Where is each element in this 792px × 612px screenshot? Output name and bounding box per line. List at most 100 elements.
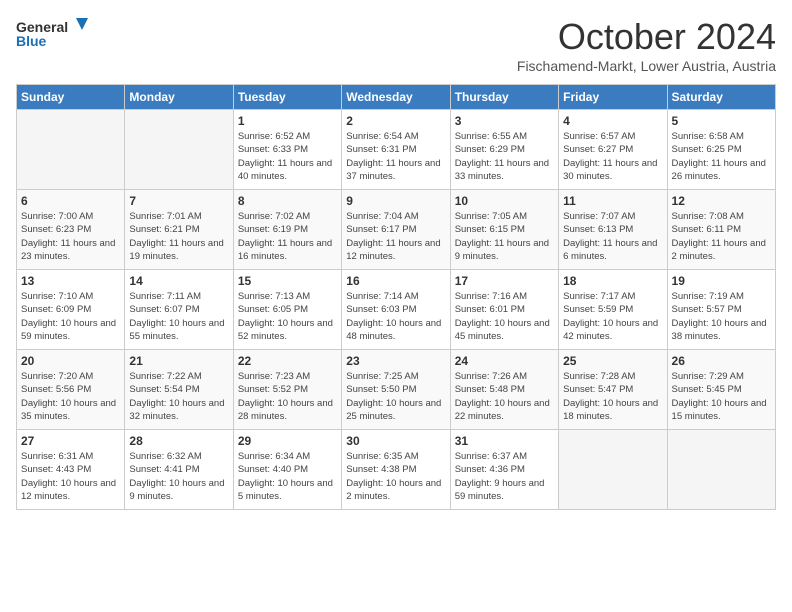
day-info: Sunrise: 6:31 AM Sunset: 4:43 PM Dayligh… xyxy=(21,450,120,503)
day-info: Sunrise: 6:32 AM Sunset: 4:41 PM Dayligh… xyxy=(129,450,228,503)
day-info: Sunrise: 7:05 AM Sunset: 6:15 PM Dayligh… xyxy=(455,210,554,263)
day-info: Sunrise: 7:02 AM Sunset: 6:19 PM Dayligh… xyxy=(238,210,337,263)
calendar-week-row: 27Sunrise: 6:31 AM Sunset: 4:43 PM Dayli… xyxy=(17,430,776,510)
svg-text:Blue: Blue xyxy=(16,33,47,49)
calendar-cell: 11 Sunrise: 7:07 AM Sunset: 6:13 PM Dayli… xyxy=(559,190,667,270)
page-header: GeneralBlue October 2024 Fischamend-Mark… xyxy=(16,16,776,74)
day-number: 20 xyxy=(21,354,120,368)
day-number: 1 xyxy=(238,114,337,128)
column-header-sunday: Sunday xyxy=(17,85,125,110)
calendar-week-row: 6 Sunrise: 7:00 AM Sunset: 6:23 PM Daylig… xyxy=(17,190,776,270)
day-number: 31 xyxy=(455,434,554,448)
calendar-cell: 31 Sunrise: 6:37 AM Sunset: 4:36 PM Dayli… xyxy=(450,430,558,510)
calendar-cell: 23Sunrise: 7:25 AM Sunset: 5:50 PM Dayli… xyxy=(342,350,450,430)
day-number: 2 xyxy=(346,114,445,128)
column-header-friday: Friday xyxy=(559,85,667,110)
day-info: Sunrise: 7:26 AM Sunset: 5:48 PM Dayligh… xyxy=(455,370,554,423)
day-number: 14 xyxy=(129,274,228,288)
calendar-cell: 21 Sunrise: 7:22 AM Sunset: 5:54 PM Dayli… xyxy=(125,350,233,430)
calendar-cell xyxy=(559,430,667,510)
day-info: Sunrise: 7:10 AM Sunset: 6:09 PM Dayligh… xyxy=(21,290,120,343)
day-number: 19 xyxy=(672,274,771,288)
day-info: Sunrise: 7:23 AM Sunset: 5:52 PM Dayligh… xyxy=(238,370,337,423)
calendar-header-row: SundayMondayTuesdayWednesdayThursdayFrid… xyxy=(17,85,776,110)
calendar-cell: 8Sunrise: 7:02 AM Sunset: 6:19 PM Daylig… xyxy=(233,190,341,270)
day-info: Sunrise: 6:54 AM Sunset: 6:31 PM Dayligh… xyxy=(346,130,445,183)
day-number: 22 xyxy=(238,354,337,368)
day-info: Sunrise: 6:52 AM Sunset: 6:33 PM Dayligh… xyxy=(238,130,337,183)
day-number: 17 xyxy=(455,274,554,288)
day-info: Sunrise: 7:22 AM Sunset: 5:54 PM Dayligh… xyxy=(129,370,228,423)
calendar-cell: 22 Sunrise: 7:23 AM Sunset: 5:52 PM Dayli… xyxy=(233,350,341,430)
day-info: Sunrise: 7:00 AM Sunset: 6:23 PM Dayligh… xyxy=(21,210,120,263)
calendar-cell: 3 Sunrise: 6:55 AM Sunset: 6:29 PM Daylig… xyxy=(450,110,558,190)
calendar-cell: 29 Sunrise: 6:34 AM Sunset: 4:40 PM Dayli… xyxy=(233,430,341,510)
calendar-cell: 2 Sunrise: 6:54 AM Sunset: 6:31 PM Daylig… xyxy=(342,110,450,190)
calendar-cell: 19 Sunrise: 7:19 AM Sunset: 5:57 PM Dayli… xyxy=(667,270,775,350)
column-header-wednesday: Wednesday xyxy=(342,85,450,110)
calendar-cell: 9 Sunrise: 7:04 AM Sunset: 6:17 PM Daylig… xyxy=(342,190,450,270)
day-info: Sunrise: 7:28 AM Sunset: 5:47 PM Dayligh… xyxy=(563,370,662,423)
day-number: 9 xyxy=(346,194,445,208)
day-number: 26 xyxy=(672,354,771,368)
logo-svg: GeneralBlue xyxy=(16,16,96,52)
day-info: Sunrise: 7:20 AM Sunset: 5:56 PM Dayligh… xyxy=(21,370,120,423)
day-info: Sunrise: 7:08 AM Sunset: 6:11 PM Dayligh… xyxy=(672,210,771,263)
day-number: 30 xyxy=(346,434,445,448)
day-number: 10 xyxy=(455,194,554,208)
day-number: 13 xyxy=(21,274,120,288)
day-number: 4 xyxy=(563,114,662,128)
calendar-cell: 24 Sunrise: 7:26 AM Sunset: 5:48 PM Dayli… xyxy=(450,350,558,430)
day-number: 15 xyxy=(238,274,337,288)
day-info: Sunrise: 7:07 AM Sunset: 6:13 PM Dayligh… xyxy=(563,210,662,263)
day-number: 29 xyxy=(238,434,337,448)
day-info: Sunrise: 7:19 AM Sunset: 5:57 PM Dayligh… xyxy=(672,290,771,343)
calendar-cell: 7 Sunrise: 7:01 AM Sunset: 6:21 PM Daylig… xyxy=(125,190,233,270)
day-info: Sunrise: 6:55 AM Sunset: 6:29 PM Dayligh… xyxy=(455,130,554,183)
day-number: 7 xyxy=(129,194,228,208)
day-number: 25 xyxy=(563,354,662,368)
day-number: 11 xyxy=(563,194,662,208)
calendar-cell xyxy=(125,110,233,190)
logo: GeneralBlue xyxy=(16,16,96,52)
day-info: Sunrise: 6:35 AM Sunset: 4:38 PM Dayligh… xyxy=(346,450,445,503)
day-info: Sunrise: 7:17 AM Sunset: 5:59 PM Dayligh… xyxy=(563,290,662,343)
location-subtitle: Fischamend-Markt, Lower Austria, Austria xyxy=(517,58,776,74)
day-number: 16 xyxy=(346,274,445,288)
day-info: Sunrise: 7:11 AM Sunset: 6:07 PM Dayligh… xyxy=(129,290,228,343)
day-info: Sunrise: 7:04 AM Sunset: 6:17 PM Dayligh… xyxy=(346,210,445,263)
day-number: 21 xyxy=(129,354,228,368)
calendar-cell: 13 Sunrise: 7:10 AM Sunset: 6:09 PM Dayli… xyxy=(17,270,125,350)
calendar-week-row: 20 Sunrise: 7:20 AM Sunset: 5:56 PM Dayli… xyxy=(17,350,776,430)
calendar-cell: 1 Sunrise: 6:52 AM Sunset: 6:33 PM Daylig… xyxy=(233,110,341,190)
day-info: Sunrise: 7:13 AM Sunset: 6:05 PM Dayligh… xyxy=(238,290,337,343)
calendar-cell xyxy=(17,110,125,190)
day-number: 5 xyxy=(672,114,771,128)
day-info: Sunrise: 6:57 AM Sunset: 6:27 PM Dayligh… xyxy=(563,130,662,183)
day-number: 28 xyxy=(129,434,228,448)
day-number: 3 xyxy=(455,114,554,128)
day-info: Sunrise: 6:37 AM Sunset: 4:36 PM Dayligh… xyxy=(455,450,554,503)
day-info: Sunrise: 7:25 AM Sunset: 5:50 PM Dayligh… xyxy=(346,370,445,423)
day-number: 6 xyxy=(21,194,120,208)
calendar-cell: 18 Sunrise: 7:17 AM Sunset: 5:59 PM Dayli… xyxy=(559,270,667,350)
day-info: Sunrise: 7:16 AM Sunset: 6:01 PM Dayligh… xyxy=(455,290,554,343)
column-header-saturday: Saturday xyxy=(667,85,775,110)
calendar-cell xyxy=(667,430,775,510)
title-block: October 2024 Fischamend-Markt, Lower Aus… xyxy=(517,16,776,74)
day-info: Sunrise: 7:01 AM Sunset: 6:21 PM Dayligh… xyxy=(129,210,228,263)
column-header-thursday: Thursday xyxy=(450,85,558,110)
calendar-cell: 16Sunrise: 7:14 AM Sunset: 6:03 PM Dayli… xyxy=(342,270,450,350)
calendar-cell: 5Sunrise: 6:58 AM Sunset: 6:25 PM Daylig… xyxy=(667,110,775,190)
column-header-monday: Monday xyxy=(125,85,233,110)
column-header-tuesday: Tuesday xyxy=(233,85,341,110)
calendar-cell: 25 Sunrise: 7:28 AM Sunset: 5:47 PM Dayli… xyxy=(559,350,667,430)
day-info: Sunrise: 6:34 AM Sunset: 4:40 PM Dayligh… xyxy=(238,450,337,503)
day-number: 12 xyxy=(672,194,771,208)
calendar-cell: 26Sunrise: 7:29 AM Sunset: 5:45 PM Dayli… xyxy=(667,350,775,430)
day-number: 18 xyxy=(563,274,662,288)
calendar-week-row: 13 Sunrise: 7:10 AM Sunset: 6:09 PM Dayli… xyxy=(17,270,776,350)
calendar-table: SundayMondayTuesdayWednesdayThursdayFrid… xyxy=(16,84,776,510)
calendar-cell: 6 Sunrise: 7:00 AM Sunset: 6:23 PM Daylig… xyxy=(17,190,125,270)
day-number: 24 xyxy=(455,354,554,368)
